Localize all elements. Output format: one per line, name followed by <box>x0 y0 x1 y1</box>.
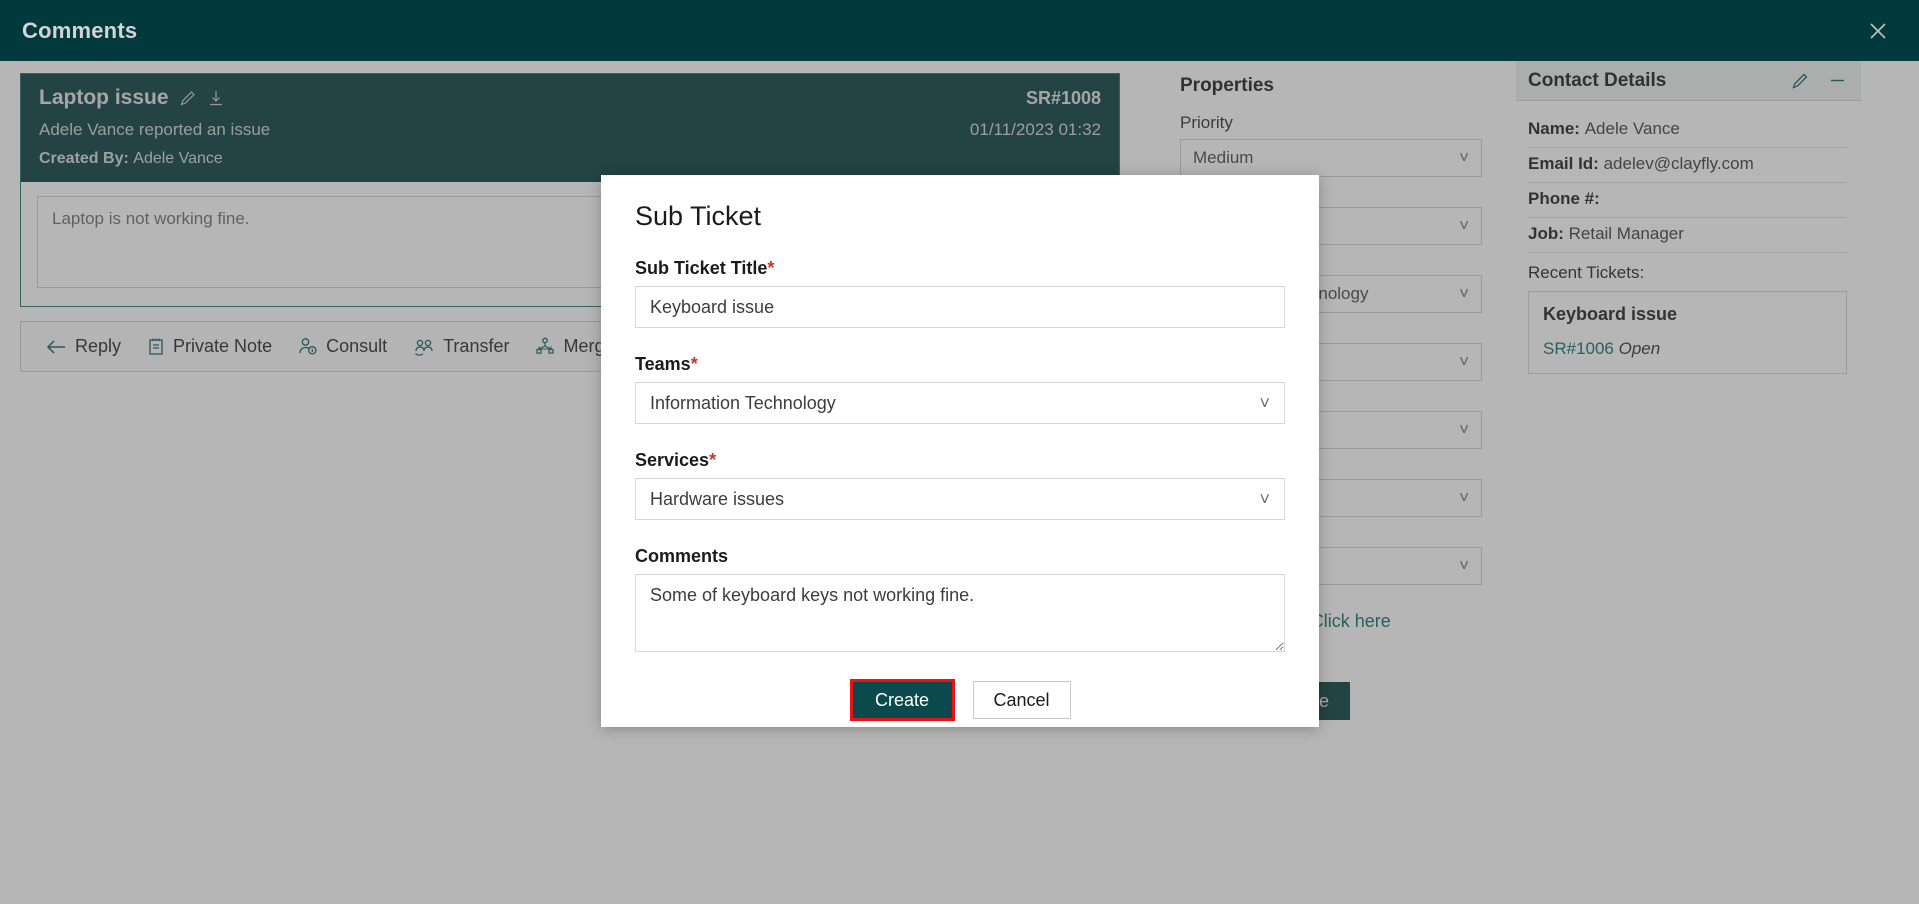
create-button[interactable]: Create <box>852 682 952 718</box>
app-root: Comments Laptop issue SR#1008 Adele Vanc… <box>0 0 1919 904</box>
chevron-down-icon: ˅ <box>1259 488 1270 509</box>
chevron-down-icon: ˅ <box>1259 392 1270 413</box>
sub-ticket-title-label-text: Sub Ticket Title <box>635 258 768 278</box>
required-asterisk: * <box>767 258 775 278</box>
page-title: Comments <box>22 17 138 43</box>
required-asterisk: * <box>709 450 717 470</box>
comments-label: Comments <box>635 546 729 566</box>
teams-label: Teams* <box>635 354 1285 375</box>
dialog-title: Sub Ticket <box>635 201 762 231</box>
window-header: Comments <box>0 0 1919 61</box>
services-label: Services* <box>635 450 1285 471</box>
teams-select[interactable]: Information Technology ˅ <box>635 382 1285 424</box>
teams-label-text: Teams <box>635 354 691 374</box>
sub-ticket-title-label: Sub Ticket Title* <box>635 258 1285 279</box>
services-label-text: Services <box>635 450 710 470</box>
close-icon[interactable] <box>1861 14 1895 48</box>
teams-select-value: Information Technology <box>650 392 836 413</box>
services-select[interactable]: Hardware issues ˅ <box>635 478 1285 520</box>
dialog-actions: Create Cancel <box>635 679 1285 721</box>
required-asterisk: * <box>690 354 698 374</box>
services-select-value: Hardware issues <box>650 488 785 509</box>
sub-ticket-dialog: Sub Ticket Sub Ticket Title* Teams* Info… <box>601 175 1319 727</box>
create-button-highlight: Create <box>849 679 955 721</box>
cancel-button[interactable]: Cancel <box>972 681 1071 719</box>
sub-ticket-title-input[interactable] <box>635 286 1285 328</box>
comments-textarea[interactable] <box>635 574 1285 652</box>
